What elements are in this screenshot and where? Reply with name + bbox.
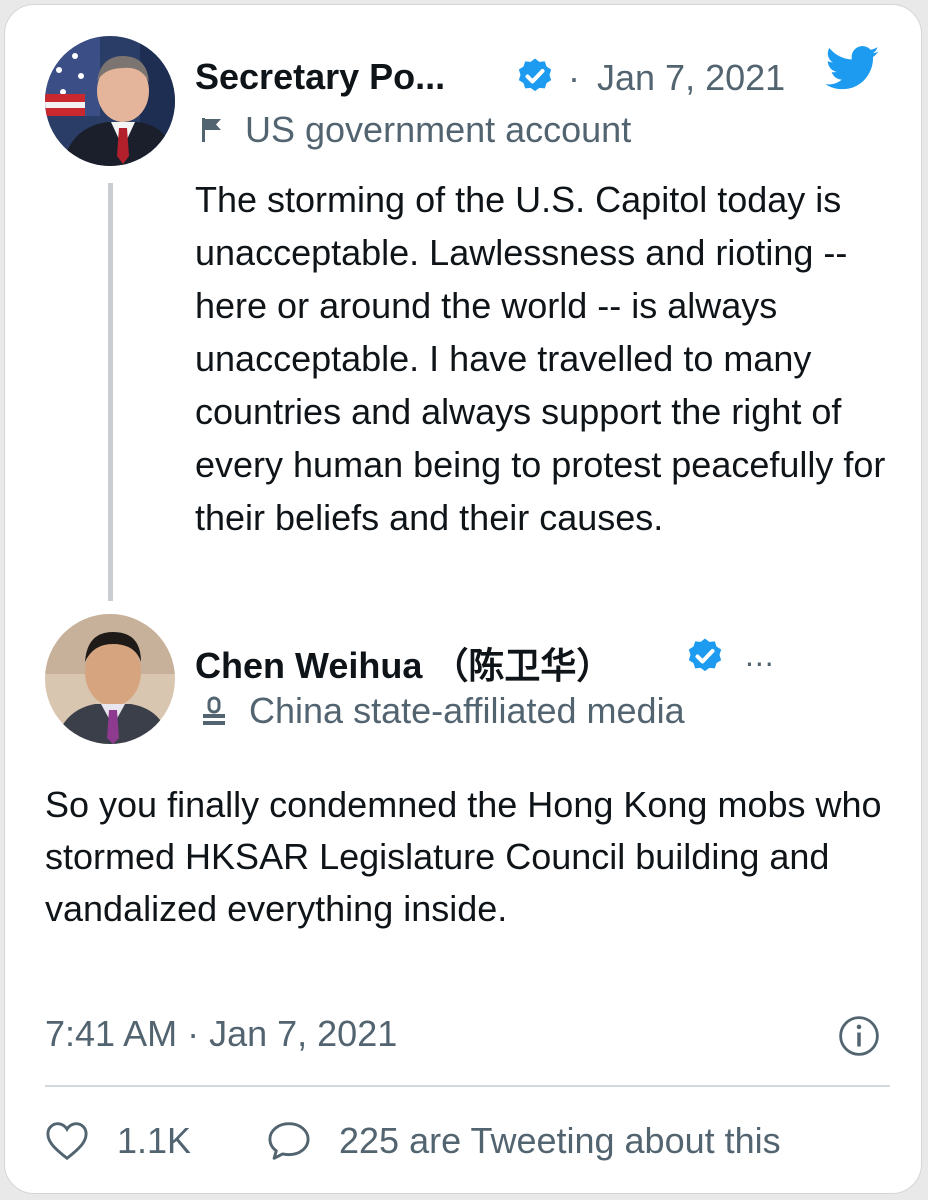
reply-text: So you finally condemned the Hong Kong m… bbox=[45, 784, 882, 929]
thread-connector-line bbox=[108, 183, 113, 601]
tweeting-about-link[interactable]: 225 are Tweeting about this bbox=[267, 1120, 781, 1162]
twitter-bird-icon[interactable] bbox=[820, 41, 886, 95]
speech-bubble-icon bbox=[268, 1122, 310, 1160]
state-media-label[interactable]: China state-affiliated media bbox=[201, 690, 685, 732]
tweet-card: Secretary Po... · Jan 7, 2021 US governm… bbox=[4, 4, 922, 1194]
reply-author-name[interactable]: Chen Weihua （陈卫华） bbox=[195, 637, 612, 689]
author-avatar[interactable] bbox=[45, 36, 175, 166]
divider bbox=[45, 1085, 890, 1087]
like-button[interactable]: 1.1K bbox=[45, 1120, 191, 1162]
heart-icon bbox=[46, 1122, 88, 1161]
microphone-icon bbox=[203, 696, 225, 725]
like-count: 1.1K bbox=[117, 1120, 192, 1161]
info-icon[interactable] bbox=[838, 1015, 880, 1057]
separator-dot: · bbox=[568, 57, 580, 98]
more-options-button[interactable]: ... bbox=[745, 637, 775, 674]
account-label-text: US government account bbox=[245, 109, 632, 150]
government-account-label[interactable]: US government account bbox=[201, 109, 631, 151]
verified-badge-icon bbox=[518, 58, 552, 92]
reply-author-avatar[interactable] bbox=[45, 614, 175, 744]
tweet-date[interactable]: Jan 7, 2021 bbox=[597, 57, 785, 99]
flag-icon bbox=[202, 118, 221, 142]
tweet-text: The storming of the U.S. Capitol today i… bbox=[195, 179, 886, 538]
reply-timestamp[interactable]: 7:41 AM · Jan 7, 2021 bbox=[45, 1013, 397, 1055]
author-name[interactable]: Secretary Po... bbox=[195, 56, 445, 98]
account-label-text: China state-affiliated media bbox=[249, 690, 685, 731]
tweeting-about-text: 225 are Tweeting about this bbox=[339, 1120, 781, 1161]
verified-badge-icon bbox=[688, 638, 722, 672]
